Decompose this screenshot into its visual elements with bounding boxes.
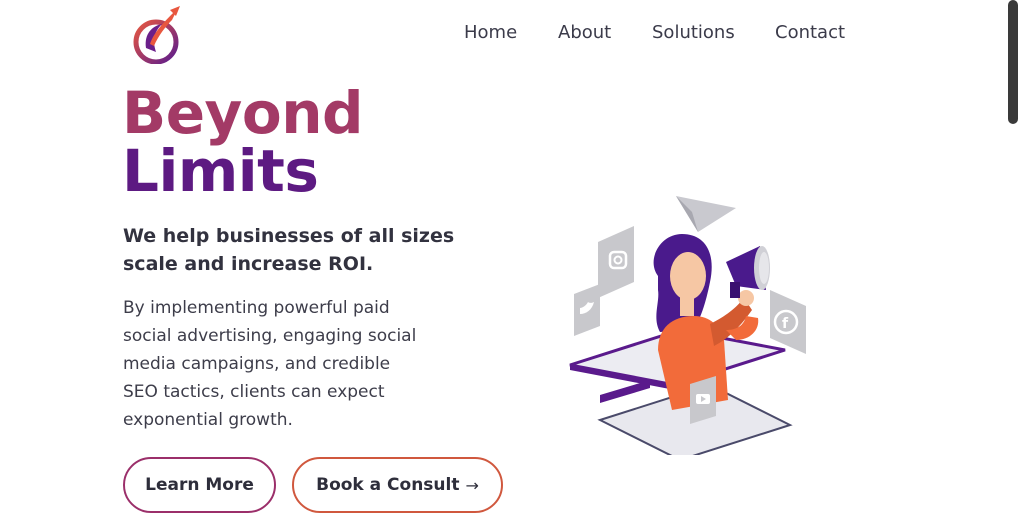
arrow-right-icon: → (465, 475, 479, 495)
hero-title-line2: Limits (122, 137, 319, 205)
hero-subheading: We help businesses of all sizes scale an… (123, 225, 455, 275)
book-consult-button[interactable]: Book a Consult → (292, 457, 503, 513)
marketing-illustration: f (569, 196, 806, 462)
book-consult-label: Book a Consult (316, 475, 460, 495)
main-nav: Home About Solutions Contact (0, 20, 1020, 46)
learn-more-label: Learn More (145, 475, 254, 495)
instagram-icon (598, 226, 634, 298)
megaphone-icon (726, 246, 770, 298)
paper-plane-icon (676, 196, 736, 232)
learn-more-button[interactable]: Learn More (123, 457, 276, 513)
hero-title: Beyond Limits (122, 79, 364, 205)
nav-link-home[interactable]: Home (464, 20, 517, 46)
svg-text:f: f (782, 316, 789, 332)
hero-illustration: f (560, 190, 820, 462)
twitter-icon (574, 284, 600, 336)
hero-title-line1: Beyond (122, 79, 364, 147)
scrollbar-thumb[interactable] (1008, 0, 1018, 124)
nav-link-about[interactable]: About (558, 20, 611, 46)
nav-link-contact[interactable]: Contact (775, 20, 845, 46)
page-scrollbar[interactable] (1006, 0, 1020, 523)
youtube-icon (690, 376, 716, 424)
nav-link-solutions[interactable]: Solutions (652, 20, 735, 46)
facebook-icon: f (770, 290, 806, 354)
hero-description: By implementing powerful paid social adv… (123, 298, 417, 430)
